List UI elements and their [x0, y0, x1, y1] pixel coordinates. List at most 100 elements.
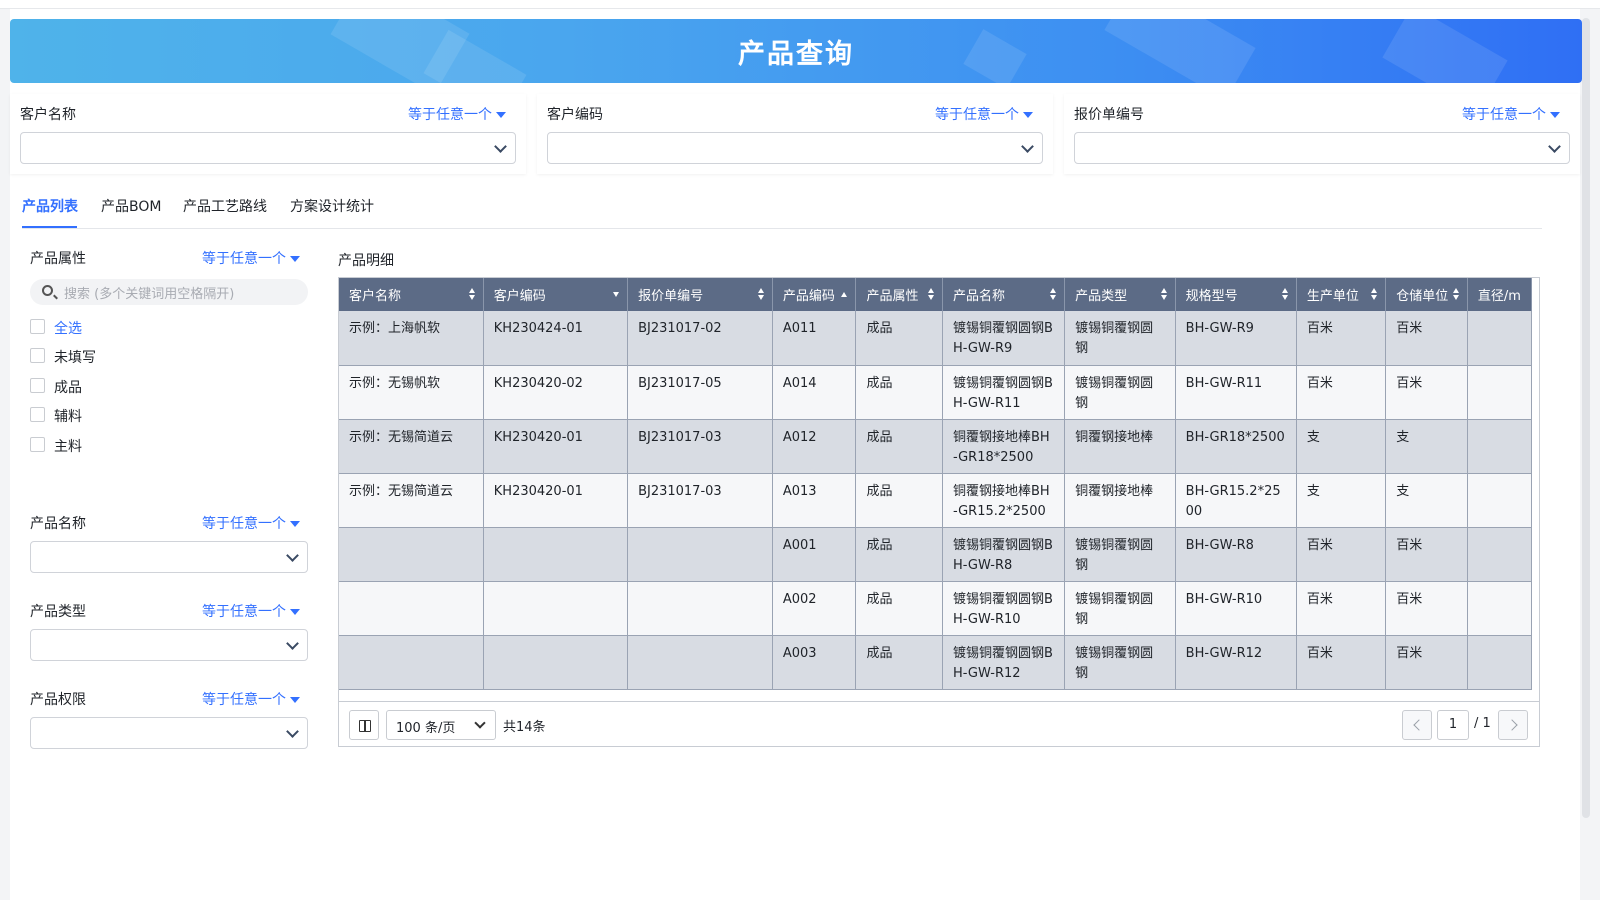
header-banner: 产品查询	[10, 19, 1582, 83]
table-row[interactable]: A001 成品 镀锡铜覆钢圆钢BH-GW-R8 镀锡铜覆钢圆钢 BH-GW-R8 百米 百米	[339, 527, 1532, 582]
column-header[interactable]: 客户名称	[339, 278, 484, 311]
table-cell: 支	[1296, 473, 1387, 528]
page-scrollbar[interactable]	[1582, 18, 1590, 818]
tab-design-stats[interactable]: 方案设计统计	[290, 196, 374, 216]
customer-code-select[interactable]	[547, 132, 1043, 164]
table-cell: 镀锡铜覆钢圆钢	[1064, 581, 1176, 636]
filter-operator-dropdown[interactable]: 等于任意一个	[1462, 104, 1560, 124]
caret-down-icon	[290, 521, 300, 527]
sort-icon[interactable]	[757, 288, 764, 301]
page-size-select[interactable]: 100 条/页	[386, 710, 496, 740]
table-cell	[1467, 581, 1532, 636]
checkbox[interactable]	[30, 378, 45, 393]
product-type-select[interactable]	[30, 629, 308, 661]
table-cell: KH230424-01	[483, 311, 629, 366]
checkbox[interactable]	[30, 407, 45, 422]
attr-search-input[interactable]: 搜索 (多个关键词用空格隔开)	[30, 279, 308, 305]
table-row[interactable]: 示例：无锡简道云 KH230420-01 BJ231017-03 A012 成品 铜覆钢接…	[339, 419, 1532, 474]
table-row[interactable]: A002 成品 镀锡铜覆钢圆钢BH-GW-R10 镀锡铜覆钢圆钢 BH-GW-R10 百米…	[339, 581, 1532, 636]
table-cell: A001	[772, 527, 857, 582]
column-header[interactable]: 生产单位	[1296, 278, 1387, 311]
prev-page-button[interactable]	[1402, 710, 1432, 740]
table-cell: BH-GR15.2*2500	[1175, 473, 1297, 528]
sort-icon[interactable]	[1452, 288, 1459, 301]
checkbox[interactable]	[30, 348, 45, 363]
quote-number-select[interactable]	[1074, 132, 1570, 164]
column-header-label: 客户编码	[493, 289, 546, 304]
next-page-button[interactable]	[1498, 710, 1528, 740]
table-cell: 示例：无锡简道云	[339, 473, 484, 528]
page-number-input[interactable]: 1	[1437, 710, 1469, 740]
table-cell: 铜覆钢接地棒	[1064, 419, 1176, 474]
table-cell: 示例：上海帆软	[339, 311, 484, 366]
product-attr-operator[interactable]: 等于任意一个	[202, 248, 300, 268]
table-cell: BH-GR18*2500	[1175, 419, 1297, 474]
operator-label: 等于任意一个	[202, 692, 286, 708]
column-header[interactable]: 直径/m	[1467, 278, 1532, 311]
table-cell	[1467, 527, 1532, 582]
sort-icon[interactable]	[1160, 288, 1167, 301]
product-name-select[interactable]	[30, 541, 308, 573]
table-cell	[339, 581, 484, 636]
main-panel: 产品列表 产品BOM 产品工艺路线 方案设计统计 产品属性 等于任意一个 搜索 …	[10, 184, 1580, 900]
column-header-label: 客户名称	[349, 289, 402, 304]
column-header[interactable]: 产品编码	[772, 278, 857, 311]
filter-operator-dropdown[interactable]: 等于任意一个	[408, 104, 506, 124]
column-settings-button[interactable]	[349, 710, 379, 740]
column-header[interactable]: 规格型号	[1175, 278, 1297, 311]
product-type-operator[interactable]: 等于任意一个	[202, 601, 300, 621]
page-title: 产品查询	[738, 39, 854, 70]
table-row[interactable]: 示例：上海帆软 KH230424-01 BJ231017-02 A011 成品 镀锡铜覆钢…	[339, 311, 1532, 366]
sort-icon[interactable]	[841, 288, 848, 301]
column-header[interactable]: 产品属性	[855, 278, 943, 311]
sort-icon[interactable]	[613, 288, 620, 301]
table-row[interactable]: A003 成品 镀锡铜覆钢圆钢BH-GW-R12 镀锡铜覆钢圆钢 BH-GW-R12 百米…	[339, 635, 1532, 690]
tab-product-list[interactable]: 产品列表	[22, 196, 78, 216]
table-cell: 镀锡铜覆钢圆钢BH-GW-R8	[942, 527, 1066, 582]
filter-label: 报价单编号	[1074, 107, 1144, 123]
sort-icon[interactable]	[1281, 288, 1288, 301]
table-cell: A011	[772, 311, 857, 366]
table-cell	[339, 527, 484, 582]
sort-icon[interactable]	[1050, 288, 1057, 301]
table-cell: 镀锡铜覆钢圆钢	[1064, 365, 1176, 420]
column-header[interactable]: 报价单编号	[627, 278, 773, 311]
search-placeholder: 搜索 (多个关键词用空格隔开)	[64, 287, 235, 302]
table-cell: 百米	[1385, 365, 1468, 420]
sort-icon[interactable]	[468, 288, 475, 301]
detail-grid: 客户名称 客户编码 报价单编号 产品编码 产品属性 产品名称 产品类型 规格型号 生产单位 仓储单…	[339, 278, 1532, 690]
checkbox[interactable]	[30, 319, 45, 334]
product-name-operator[interactable]: 等于任意一个	[202, 513, 300, 533]
table-cell: BJ231017-05	[627, 365, 773, 420]
filter-operator-label: 等于任意一个	[935, 107, 1019, 123]
filter-operator-label: 等于任意一个	[408, 107, 492, 123]
customer-name-select[interactable]	[20, 132, 516, 164]
column-header[interactable]: 客户编码	[483, 278, 629, 311]
table-cell: A012	[772, 419, 857, 474]
table-row[interactable]: 示例：无锡简道云 KH230420-01 BJ231017-03 A013 成品 铜覆钢接…	[339, 473, 1532, 528]
table-cell: BH-GW-R10	[1175, 581, 1297, 636]
operator-label: 等于任意一个	[202, 604, 286, 620]
table-row[interactable]: 示例：无锡帆软 KH230420-02 BJ231017-05 A014 成品 镀锡铜覆钢…	[339, 365, 1532, 420]
table-viewport[interactable]: 客户名称 客户编码 报价单编号 产品编码 产品属性 产品名称 产品类型 规格型号 生产单位 仓储单…	[339, 278, 1532, 701]
tab-product-routing[interactable]: 产品工艺路线	[183, 196, 267, 216]
product-permission-operator[interactable]: 等于任意一个	[202, 689, 300, 709]
caret-down-icon	[290, 609, 300, 615]
sort-icon[interactable]	[1371, 288, 1378, 301]
sort-icon[interactable]	[927, 288, 934, 301]
filter-label: 客户名称	[20, 107, 76, 123]
column-header[interactable]: 产品类型	[1064, 278, 1176, 311]
tab-product-bom[interactable]: 产品BOM	[101, 196, 161, 216]
checkbox[interactable]	[30, 437, 45, 452]
product-permission-label: 产品权限	[30, 692, 86, 708]
product-permission-select[interactable]	[30, 717, 308, 749]
pagination-bar: 100 条/页 共14条 1 / 1	[339, 701, 1539, 746]
column-header[interactable]: 产品名称	[942, 278, 1066, 311]
column-header-label: 产品名称	[952, 289, 1005, 304]
table-cell: 铜覆钢接地棒BH-GR18*2500	[942, 419, 1066, 474]
table-cell: 镀锡铜覆钢圆钢	[1064, 311, 1176, 366]
column-header[interactable]: 仓储单位	[1385, 278, 1468, 311]
caret-down-icon	[290, 256, 300, 262]
filter-operator-dropdown[interactable]: 等于任意一个	[935, 104, 1033, 124]
filter-customer-code: 客户编码 等于任意一个	[537, 94, 1053, 174]
